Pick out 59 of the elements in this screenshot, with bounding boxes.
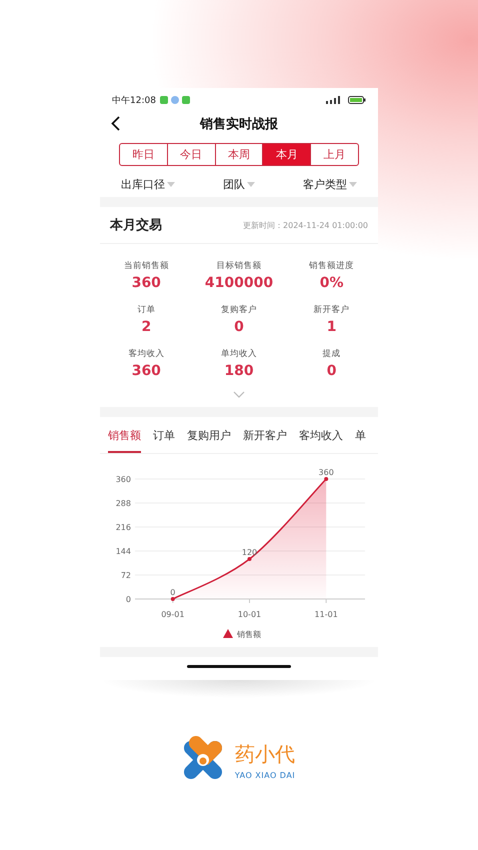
chart-tab[interactable]: 新开客户	[243, 417, 287, 453]
dropdown-caret-icon	[247, 182, 255, 186]
data-point	[324, 477, 328, 481]
filter-dropdown[interactable]: 客户类型	[303, 176, 347, 192]
stat-value: 0	[326, 363, 337, 379]
dropdown-caret-icon	[167, 182, 175, 186]
x-tick-label: 10-01	[238, 610, 262, 619]
data-label: 0	[170, 588, 176, 597]
stat-label: 单均收入	[220, 348, 257, 360]
brand-tagline: YAO XIAO DAI	[234, 770, 296, 780]
period-tab[interactable]: 昨日	[119, 143, 168, 166]
stat-value: 180	[224, 363, 254, 379]
back-icon[interactable]	[111, 116, 120, 131]
stat-label: 客均收入	[128, 348, 164, 360]
stat-value: 360	[132, 275, 161, 291]
stat-label: 销售额进度	[309, 260, 354, 272]
update-time: 更新时间：2024-11-24 01:00:00	[243, 220, 368, 230]
page-title: 销售实时战报	[200, 116, 278, 133]
chart-tab[interactable]: 销售额	[108, 417, 141, 453]
stat-label: 目标销售额	[216, 260, 262, 272]
dropdown-caret-icon	[349, 182, 357, 186]
battery-icon	[348, 96, 366, 104]
stat-value: 4100000	[204, 275, 274, 291]
stat-value: 360	[132, 363, 161, 379]
legend-triangle-icon	[223, 629, 233, 638]
period-tab[interactable]: 上月	[310, 143, 359, 166]
data-label: 120	[242, 548, 258, 557]
chart-tab[interactable]: 单	[355, 417, 366, 453]
y-tick-label: 216	[116, 523, 131, 532]
chart-tab[interactable]: 复购用户	[187, 417, 231, 453]
y-tick-label: 288	[116, 499, 131, 508]
y-tick-label: 72	[120, 571, 131, 580]
stat-label: 新开客户	[314, 304, 350, 316]
y-tick-label: 144	[116, 547, 131, 556]
stat-value: 0	[234, 319, 244, 335]
period-tab[interactable]: 本月	[262, 143, 312, 166]
data-label: 360	[318, 468, 334, 477]
y-tick-label: 360	[116, 475, 131, 484]
stat-value: 0%	[320, 275, 344, 291]
filter-dropdown[interactable]: 出库口径	[121, 176, 165, 192]
stat-value: 2	[141, 319, 152, 335]
stat-label: 提成	[322, 348, 341, 360]
data-point	[170, 597, 175, 601]
filter-dropdown[interactable]: 团队	[223, 176, 245, 192]
stat-value: 1	[326, 319, 337, 335]
y-tick-label: 0	[126, 595, 131, 604]
stat-label: 订单	[137, 304, 156, 316]
brand-name: 药小代	[234, 740, 296, 768]
status-time: 中午12:08	[112, 94, 156, 106]
x-tick-label: 11-01	[314, 610, 338, 619]
x-tick-label: 09-01	[161, 610, 184, 619]
chart-tab[interactable]: 客均收入	[299, 417, 343, 453]
stat-label: 当前销售额	[124, 260, 169, 272]
stat-label: 复购客户	[220, 304, 257, 316]
data-point	[248, 557, 252, 561]
legend-label: 销售额	[237, 630, 261, 639]
chart-tab[interactable]: 订单	[153, 417, 175, 453]
period-tab[interactable]: 今日	[166, 143, 216, 166]
section-title: 本月交易	[110, 216, 162, 234]
